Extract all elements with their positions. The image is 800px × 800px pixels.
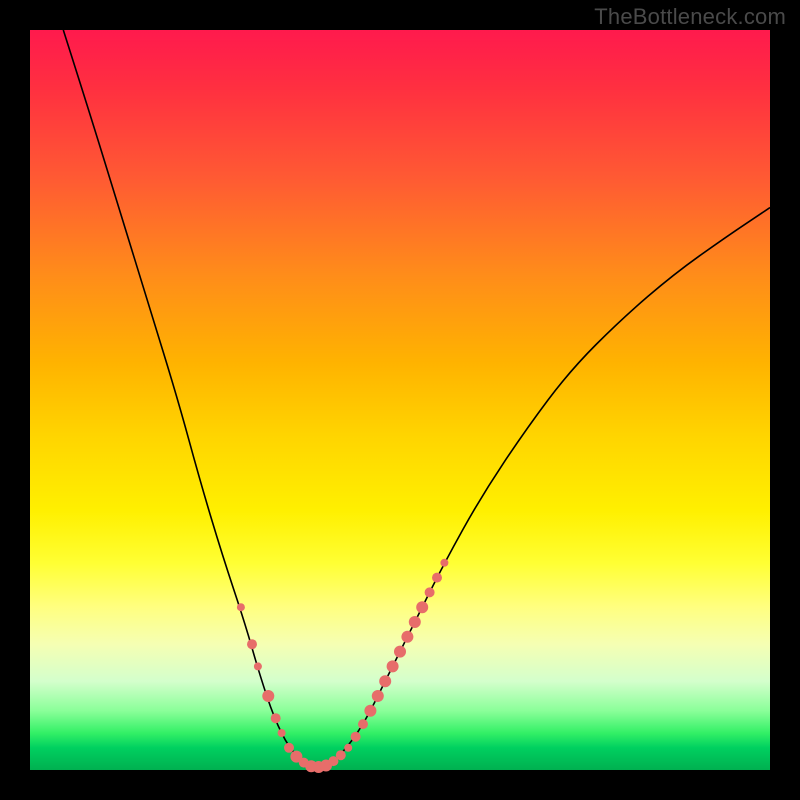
data-marker bbox=[344, 744, 352, 752]
marker-group bbox=[237, 559, 449, 773]
data-marker bbox=[401, 631, 413, 643]
data-marker bbox=[372, 690, 384, 702]
data-marker bbox=[387, 660, 399, 672]
chart-overlay bbox=[30, 30, 770, 770]
data-marker bbox=[425, 587, 435, 597]
data-marker bbox=[336, 750, 346, 760]
chart-canvas: TheBottleneck.com bbox=[0, 0, 800, 800]
watermark-text: TheBottleneck.com bbox=[594, 4, 786, 30]
data-marker bbox=[379, 675, 391, 687]
data-marker bbox=[394, 646, 406, 658]
data-marker bbox=[247, 639, 257, 649]
data-marker bbox=[254, 662, 262, 670]
data-marker bbox=[432, 573, 442, 583]
data-marker bbox=[364, 705, 376, 717]
bottleneck-curve bbox=[63, 30, 770, 767]
data-marker bbox=[278, 729, 286, 737]
data-marker bbox=[351, 732, 361, 742]
data-marker bbox=[271, 713, 281, 723]
data-marker bbox=[416, 601, 428, 613]
data-marker bbox=[262, 690, 274, 702]
data-marker bbox=[440, 559, 448, 567]
data-marker bbox=[237, 603, 245, 611]
data-marker bbox=[284, 743, 294, 753]
data-marker bbox=[409, 616, 421, 628]
data-marker bbox=[358, 719, 368, 729]
